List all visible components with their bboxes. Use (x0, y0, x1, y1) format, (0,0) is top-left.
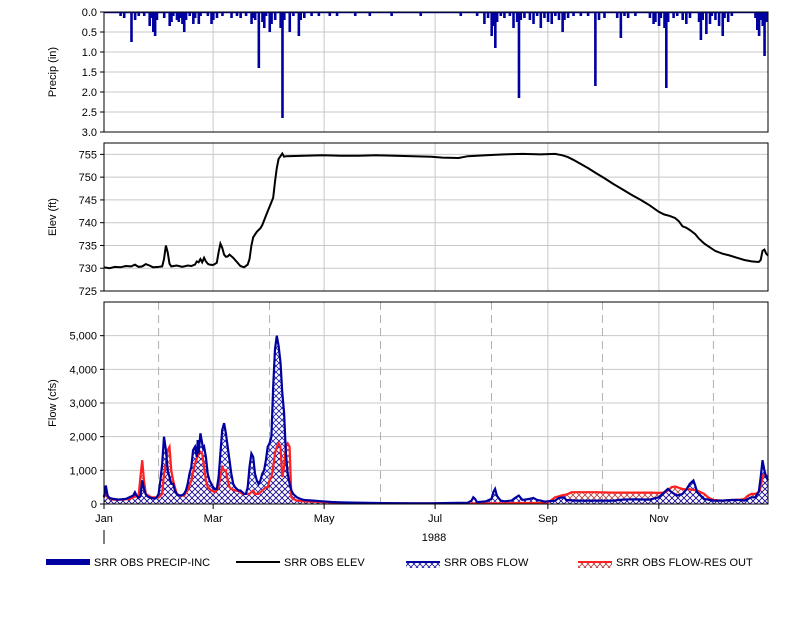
elev-gridlines (103, 143, 768, 292)
x-axis-year-label: 1988 (422, 532, 446, 544)
precip-bar (546, 12, 550, 22)
legend-swatch-precip (46, 559, 90, 565)
precip-bar (539, 12, 543, 28)
flow-tick-label: 2,000 (69, 432, 97, 444)
precip-bar (666, 12, 670, 22)
precip-tick-label: 0.5 (82, 27, 97, 39)
x-tick-label: Mar (204, 513, 223, 525)
x-tick-label: Nov (649, 513, 669, 525)
precip-bar (705, 12, 708, 34)
flow-tick-label: 1,000 (69, 465, 97, 477)
legend-label-precip: SRR OBS PRECIP-INC (94, 557, 210, 569)
precip-tick-label: 0.0 (82, 7, 97, 19)
elev-tick-label: 745 (79, 195, 97, 207)
precip-bar (654, 12, 657, 22)
elev-y-label: Elev (ft) (47, 198, 59, 236)
elev-tick-label: 755 (79, 149, 97, 161)
legend: SRR OBS PRECIP-INC SRR OBS ELEV SRR OBS … (46, 557, 753, 569)
legend-label-elev: SRR OBS ELEV (284, 557, 365, 569)
legend-item-res-out: SRR OBS FLOW-RES OUT (578, 557, 753, 569)
precip-gridlines (103, 11, 768, 133)
precip-bar (288, 12, 292, 32)
precip-bar (257, 12, 261, 68)
legend-item-flow: SRR OBS FLOW (406, 557, 529, 569)
flow-y-label: Flow (cfs) (47, 379, 59, 427)
legend-item-elev: SRR OBS ELEV (236, 557, 365, 569)
chart-window: 0.0 0.5 1.0 1.5 2.0 2.5 3.0 Precip (in) 725 730… (0, 0, 800, 627)
flow-tick-label: 3,000 (69, 398, 97, 410)
legend-label-flow: SRR OBS FLOW (444, 557, 529, 569)
elev-panel: 725 730 735 740 745 750 755 Elev (ft) (47, 142, 769, 298)
x-axis: Jan Mar May Jul Sep Nov 1988 (95, 504, 669, 544)
precip-tick-label: 1.5 (82, 67, 97, 79)
elev-frame (103, 142, 769, 292)
precip-panel: 0.0 0.5 1.0 1.5 2.0 2.5 3.0 Precip (in) (47, 7, 769, 139)
flow-tick-label: 4,000 (69, 364, 97, 376)
x-tick-labels: Jan Mar May Jul Sep Nov (95, 504, 669, 525)
x-tick-label: Sep (538, 513, 558, 525)
flow-tick-label: 0 (91, 499, 97, 511)
precip-bar (483, 12, 486, 24)
legend-label-res-out: SRR OBS FLOW-RES OUT (616, 557, 753, 569)
elev-y-ticks: 725 730 735 740 745 750 755 (79, 149, 104, 298)
precip-y-label: Precip (in) (47, 47, 59, 97)
elev-series-line (103, 151, 769, 270)
elev-tick-label: 740 (79, 218, 97, 230)
x-tick-label: Jul (428, 513, 442, 525)
flow-panel: 0 1,000 2,000 3,000 4,000 5,000 Flow (cfs) (47, 301, 769, 511)
precip-tick-label: 1.0 (82, 47, 97, 59)
precip-bar (512, 12, 515, 28)
precip-bar (685, 12, 688, 24)
precip-bar (594, 12, 597, 86)
precip-bar (726, 12, 730, 22)
precip-bar (270, 12, 273, 24)
elev-tick-label: 735 (79, 240, 97, 252)
x-tick-label: May (314, 513, 335, 525)
precip-bar (717, 12, 721, 26)
precip-tick-label: 3.0 (82, 127, 97, 139)
elev-tick-label: 750 (79, 172, 97, 184)
precip-bar (517, 12, 521, 98)
precip-bars (104, 11, 768, 118)
elev-tick-label: 730 (79, 263, 97, 275)
precip-bar (550, 12, 554, 24)
precip-bar (665, 12, 668, 88)
x-tick-label: Jan (95, 513, 113, 525)
precip-bar (532, 12, 535, 24)
precip-bar (495, 12, 499, 22)
precip-tick-label: 2.0 (82, 87, 97, 99)
hydrograph-chart: 0.0 0.5 1.0 1.5 2.0 2.5 3.0 Precip (in) 725 730… (46, 7, 769, 569)
precip-bar (130, 12, 133, 42)
legend-item-precip: SRR OBS PRECIP-INC (46, 557, 210, 569)
precip-tick-label: 2.5 (82, 107, 97, 119)
precip-bar (281, 12, 284, 118)
flow-y-ticks: 0 1,000 2,000 3,000 4,000 5,000 (69, 331, 104, 511)
flow-tick-label: 5,000 (69, 331, 97, 343)
precip-bar (619, 12, 623, 38)
flow-obs-hatch (104, 335, 768, 504)
elev-tick-label: 725 (79, 286, 97, 298)
precip-bar (765, 12, 768, 22)
precip-y-ticks: 0.0 0.5 1.0 1.5 2.0 2.5 3.0 (82, 7, 104, 139)
